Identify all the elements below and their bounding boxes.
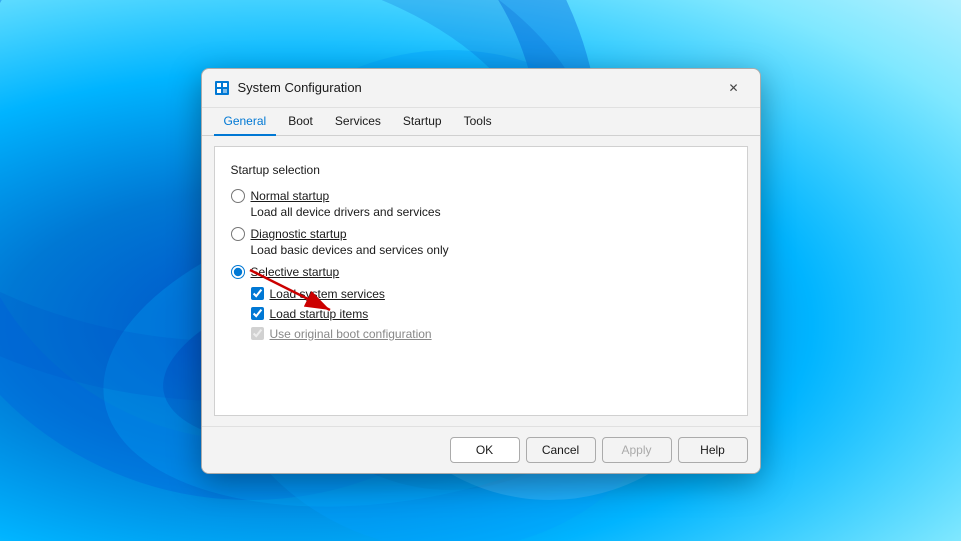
dialog-overlay: System Configuration ✕ General Boot Serv… [0,0,961,541]
selective-sub-options: Load system services Load startup items … [251,287,731,341]
normal-startup-desc: Load all device drivers and services [251,205,731,219]
help-button[interactable]: Help [678,437,748,463]
system-config-dialog: System Configuration ✕ General Boot Serv… [201,68,761,474]
load-startup-items-label[interactable]: Load startup items [270,307,369,321]
section-title: Startup selection [231,163,731,177]
diagnostic-startup-desc: Load basic devices and services only [251,243,731,257]
normal-startup-text: Normal startup [251,189,330,203]
load-system-services-option: Load system services [251,287,731,301]
tab-services[interactable]: Services [325,108,391,136]
load-system-services-label[interactable]: Load system services [270,287,385,301]
normal-startup-radio[interactable] [231,189,245,203]
use-original-boot-label: Use original boot configuration [270,327,432,341]
dialog-footer: OK Cancel Apply Help [202,426,760,473]
load-startup-items-option: Load startup items [251,307,731,321]
cancel-button[interactable]: Cancel [526,437,596,463]
selective-startup-label[interactable]: Selective startup [231,265,731,279]
title-bar: System Configuration ✕ [202,69,760,108]
load-startup-items-checkbox[interactable] [251,307,264,320]
use-original-boot-checkbox [251,327,264,340]
selective-startup-radio[interactable] [231,265,245,279]
use-original-boot-option: Use original boot configuration [251,327,731,341]
diagnostic-startup-text: Diagnostic startup [251,227,347,241]
dialog-content: Startup selection Normal startup Load al… [214,146,748,416]
tab-tools[interactable]: Tools [454,108,502,136]
selective-startup-text: Selective startup [251,265,340,279]
diagnostic-startup-label[interactable]: Diagnostic startup [231,227,731,241]
normal-startup-option: Normal startup Load all device drivers a… [231,189,731,219]
load-system-services-checkbox[interactable] [251,287,264,300]
dialog-title: System Configuration [238,80,362,95]
selective-startup-option: Selective startup Load system services L… [231,265,731,341]
ok-button[interactable]: OK [450,437,520,463]
system-config-icon [214,80,230,96]
diagnostic-startup-radio[interactable] [231,227,245,241]
tab-boot[interactable]: Boot [278,108,323,136]
tab-bar: General Boot Services Startup Tools [202,108,760,136]
title-bar-left: System Configuration [214,80,362,96]
normal-startup-label[interactable]: Normal startup [231,189,731,203]
apply-button[interactable]: Apply [602,437,672,463]
tab-general[interactable]: General [214,108,277,136]
tab-startup[interactable]: Startup [393,108,452,136]
diagnostic-startup-option: Diagnostic startup Load basic devices an… [231,227,731,257]
close-button[interactable]: ✕ [720,77,748,99]
